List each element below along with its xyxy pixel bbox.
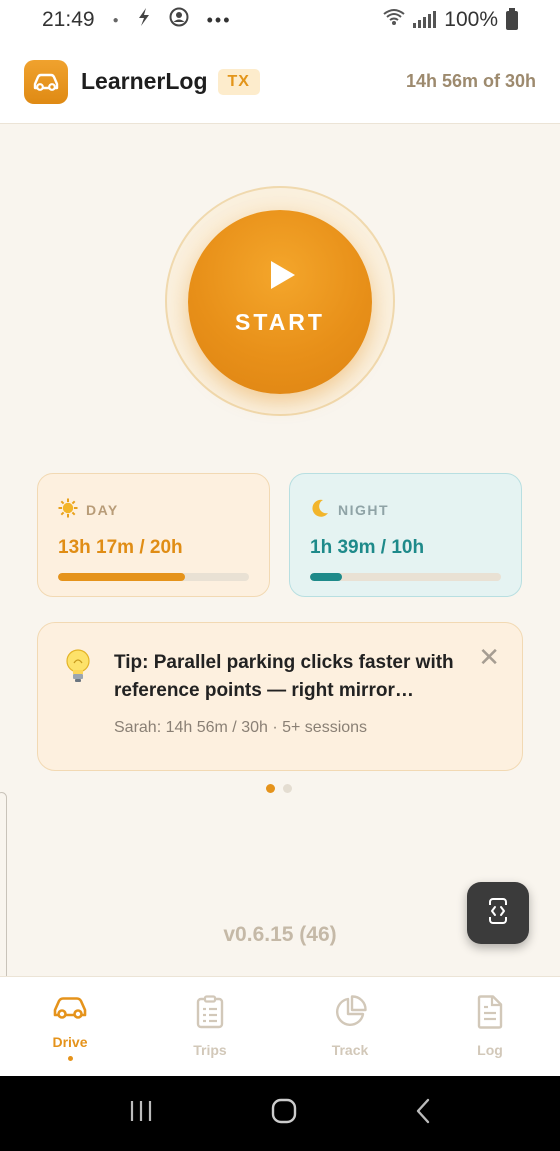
pie-chart-icon — [333, 995, 367, 1034]
nav-label-track: Track — [331, 1042, 369, 1058]
signal-icon — [413, 11, 437, 28]
car-icon — [52, 995, 88, 1026]
home-icon[interactable] — [270, 1097, 298, 1130]
carousel-dot-2[interactable] — [283, 784, 292, 793]
side-panel-handle[interactable] — [0, 792, 7, 1006]
night-hours-value: 1h 39m / 10h — [310, 537, 425, 558]
clipboard-icon — [195, 995, 225, 1034]
nav-label-drive: Drive — [52, 1034, 88, 1050]
night-progress-bar — [310, 573, 501, 581]
day-progress-bar — [58, 573, 249, 581]
more-dots-icon: ••• — [206, 9, 232, 30]
start-label: START — [235, 308, 325, 335]
account-icon — [169, 7, 189, 33]
tip-text: Tip: Parallel parking clicks faster with… — [114, 652, 454, 701]
carousel-dot-1[interactable] — [266, 784, 275, 793]
status-time: 21:49 — [42, 8, 95, 31]
lightbulb-icon — [64, 649, 98, 770]
day-label: DAY — [86, 501, 119, 518]
app-header: LearnerLog TX 14h 56m of 30h — [0, 40, 560, 124]
night-label: NIGHT — [338, 501, 390, 518]
recent-apps-icon[interactable] — [128, 1099, 154, 1128]
tip-card[interactable]: Tip: Parallel parking clicks faster with… — [37, 622, 523, 771]
nav-item-drive[interactable]: Drive — [0, 977, 140, 1076]
app-logo-car-icon — [24, 59, 68, 104]
day-progress-fill — [58, 573, 185, 581]
nav-item-trips[interactable]: Trips — [140, 977, 280, 1076]
nav-label-log: Log — [477, 1042, 503, 1058]
night-hours-card[interactable]: NIGHT 1h 39m / 10h — [289, 473, 522, 597]
status-bar: 21:49 ● ••• 100% — [0, 0, 560, 40]
moon-icon — [310, 498, 330, 521]
night-progress-fill — [310, 573, 342, 581]
app-title: LearnerLog — [81, 68, 208, 94]
document-icon — [476, 995, 504, 1034]
flash-icon — [137, 8, 151, 32]
sun-icon — [58, 498, 78, 521]
battery-icon — [506, 7, 518, 30]
hours-summary: 14h 56m of 30h — [405, 71, 536, 91]
nav-label-trips: Trips — [193, 1042, 227, 1058]
tip-meta: Sarah: 14h 56m / 30h · 5+ sessions — [114, 719, 368, 736]
app-version: v0.6.15 (46) — [223, 923, 337, 946]
state-badge[interactable]: TX — [217, 68, 260, 95]
system-nav-bar — [0, 1076, 560, 1151]
close-icon[interactable]: ✕ — [478, 644, 500, 670]
back-icon[interactable] — [414, 1098, 432, 1129]
active-indicator-dot — [67, 1056, 73, 1061]
nav-item-log[interactable]: Log — [420, 977, 560, 1076]
battery-text: 100% — [444, 8, 498, 31]
bottom-nav: Drive Trips Track Log — [0, 976, 560, 1076]
day-hours-value: 13h 17m / 20h — [58, 537, 183, 558]
start-drive-button[interactable]: START — [188, 210, 372, 394]
play-icon — [271, 260, 295, 289]
wifi-icon — [383, 8, 405, 32]
nav-item-track[interactable]: Track — [280, 977, 420, 1076]
carousel-dots — [266, 784, 292, 793]
dot-icon: ● — [112, 14, 119, 26]
day-hours-card[interactable]: DAY 13h 17m / 20h — [37, 473, 270, 597]
